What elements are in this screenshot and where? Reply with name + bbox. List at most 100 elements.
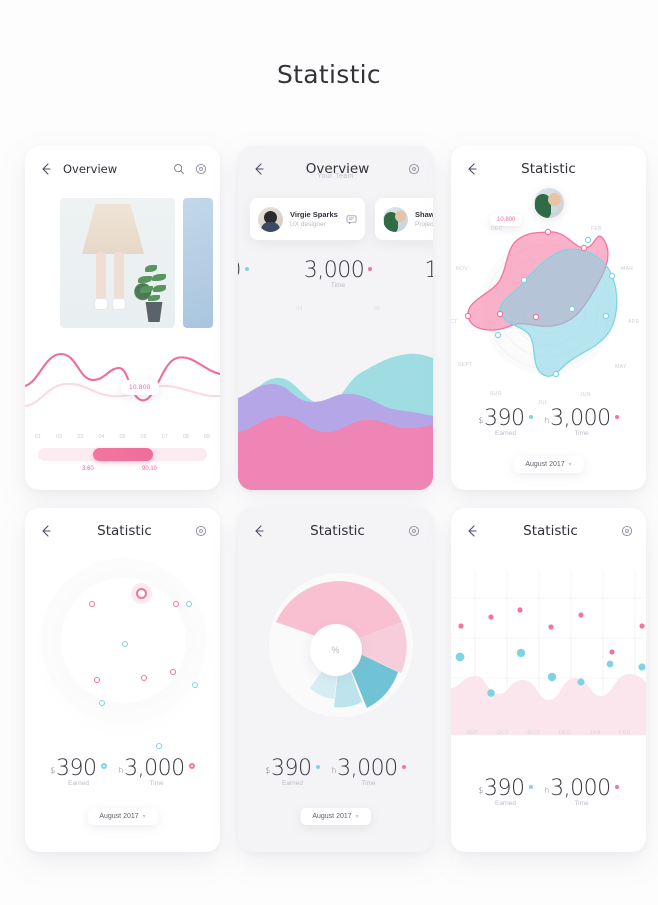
- bubble-point[interactable]: [170, 669, 176, 675]
- gear-icon[interactable]: [621, 525, 633, 537]
- back-icon[interactable]: [464, 523, 480, 539]
- stat-value: 3,000: [303, 258, 365, 283]
- product-carousel[interactable]: [25, 198, 220, 328]
- x-axis-ticks: 01 02 03 04 05 06 07 08 09: [35, 434, 210, 440]
- x-axis-ticks: 02 04 06 08: [238, 306, 433, 312]
- stat-time: h3,000 Time: [332, 756, 406, 787]
- stat-label: Time: [574, 800, 589, 807]
- back-icon[interactable]: [464, 161, 480, 177]
- back-icon[interactable]: [38, 523, 54, 539]
- gear-icon[interactable]: [195, 525, 207, 537]
- message-icon[interactable]: [346, 214, 357, 225]
- product-image-next[interactable]: [183, 198, 213, 328]
- stat-value: 3,000: [550, 406, 611, 431]
- bubble-point[interactable]: [89, 601, 95, 607]
- card-statistic-bubble[interactable]: Statistic $390 Earned h3,000 Time August…: [25, 508, 220, 852]
- stats-row: $390 Earned h3,000 Time: [451, 406, 646, 437]
- card-statistic-radar[interactable]: Statistic FEB MAR APR MAY JUN JUL AUG SE…: [451, 146, 646, 490]
- bubble-point[interactable]: [186, 601, 192, 607]
- card-statistic-scatter[interactable]: Statistic SEP OCT NOV DEC JAN FEB $390 E…: [451, 508, 646, 852]
- avatar: [258, 206, 283, 232]
- card6-title: Statistic: [523, 523, 578, 539]
- radar-axis-label: NOV: [456, 266, 469, 272]
- stat-value: 3,000: [337, 756, 398, 781]
- model-shoe-left: [94, 298, 108, 310]
- bubble-point[interactable]: [141, 675, 147, 681]
- stat-unit: $: [265, 766, 271, 775]
- stat-value: 3,000: [124, 756, 185, 781]
- stats-row: $390 Earned h3,000 Time: [25, 756, 220, 787]
- model-shoe-right: [112, 298, 126, 310]
- rose-chart: %: [238, 560, 433, 740]
- period-dropdown[interactable]: August 2017 ▾: [300, 808, 371, 825]
- range-min-value: 3.60: [82, 466, 94, 472]
- tick-label: 04: [98, 434, 105, 440]
- bubble-point[interactable]: [173, 601, 179, 607]
- card2-subtitle: Your Team: [317, 173, 354, 180]
- card5-actions: [408, 525, 420, 537]
- bubble-point[interactable]: [122, 641, 128, 647]
- stats-row: $390 Earned h3,000 Time: [451, 776, 646, 807]
- stat-earned: $390 Earned: [478, 406, 533, 437]
- period-label: August 2017: [99, 813, 139, 820]
- bubble-point-active[interactable]: [136, 588, 147, 599]
- bubble-point[interactable]: [192, 682, 198, 688]
- stat-dot: [244, 267, 249, 271]
- team-member-role: Project Ma: [415, 221, 433, 228]
- avatar: [383, 206, 408, 232]
- stat-dot: [368, 267, 373, 271]
- card3-title: Statistic: [521, 161, 576, 177]
- team-member-card[interactable]: Shawn Oli Project Ma: [375, 198, 433, 240]
- stat-earned: $390 Earned: [265, 756, 320, 787]
- bubble-point[interactable]: [99, 700, 105, 706]
- tick-label: 07: [161, 434, 168, 440]
- chevron-down-icon: ▾: [142, 814, 146, 820]
- card-overview-product[interactable]: Overview 10,800 01 02 03 04 05 06 07 08 …: [25, 146, 220, 490]
- team-member-name: Virgie Sparks: [290, 210, 338, 219]
- back-icon[interactable]: [38, 161, 54, 177]
- tick-label: 01: [35, 434, 42, 440]
- avatar[interactable]: [533, 188, 564, 218]
- card5-title: Statistic: [310, 523, 365, 539]
- card-overview-team[interactable]: Overview Your Team Virgie Sparks UX desi…: [238, 146, 433, 490]
- stat-label: Earned: [494, 800, 516, 807]
- search-icon[interactable]: [173, 163, 185, 175]
- bubble-point[interactable]: [94, 677, 100, 683]
- stat-label: Time: [574, 430, 589, 437]
- gear-icon[interactable]: [195, 163, 207, 175]
- team-member-card[interactable]: Virgie Sparks UX designer: [250, 198, 365, 240]
- range-slider-fill[interactable]: [93, 448, 153, 461]
- scatter-chart: [451, 560, 646, 735]
- stat-unit: h: [544, 786, 550, 795]
- stat-time: 3,000 Time: [285, 258, 392, 289]
- bubble-point[interactable]: [156, 743, 162, 749]
- card-statistic-rose[interactable]: Statistic % $390 Earned h3,000 Time Augu…: [238, 508, 433, 852]
- radar-chart: JAN FEB MAR APR MAY JUN JUL AUG SEPT OCT…: [451, 200, 646, 406]
- radar-axis-label: SEPT: [458, 362, 473, 368]
- plant-leaves: [136, 262, 170, 304]
- radar-axis-label: OCT: [451, 319, 458, 325]
- chart-tooltip: 10,800: [121, 380, 159, 395]
- month-label: JAN: [589, 730, 601, 736]
- team-list[interactable]: Virgie Sparks UX designer Shawn Oli Proj…: [250, 198, 433, 240]
- card1-title: Overview: [63, 162, 118, 176]
- gear-icon[interactable]: [408, 525, 420, 537]
- tick-label: 04: [296, 306, 303, 312]
- stat-value-total: 100 Value: [391, 258, 433, 289]
- stat-earned: $390 Earned: [50, 756, 107, 787]
- stat-value: 390: [484, 406, 525, 431]
- tick-label: 09: [203, 434, 210, 440]
- x-axis-month-labels: SEP OCT NOV DEC JAN FEB: [451, 730, 646, 736]
- product-image-main[interactable]: [60, 198, 175, 328]
- radar-tooltip: 10,800: [490, 214, 523, 226]
- stat-value: 390: [484, 776, 525, 801]
- stat-label: Earned: [494, 430, 516, 437]
- page-title: Statistic: [277, 60, 381, 89]
- team-member-role: UX designer: [290, 221, 326, 228]
- period-dropdown[interactable]: August 2017 ▾: [513, 456, 584, 473]
- range-slider[interactable]: [38, 448, 207, 461]
- cards-row-2: Statistic $390 Earned h3,000 Time August…: [25, 508, 646, 852]
- period-dropdown[interactable]: August 2017 ▾: [87, 808, 158, 825]
- back-icon[interactable]: [251, 523, 267, 539]
- stat-label: Earned: [67, 780, 89, 787]
